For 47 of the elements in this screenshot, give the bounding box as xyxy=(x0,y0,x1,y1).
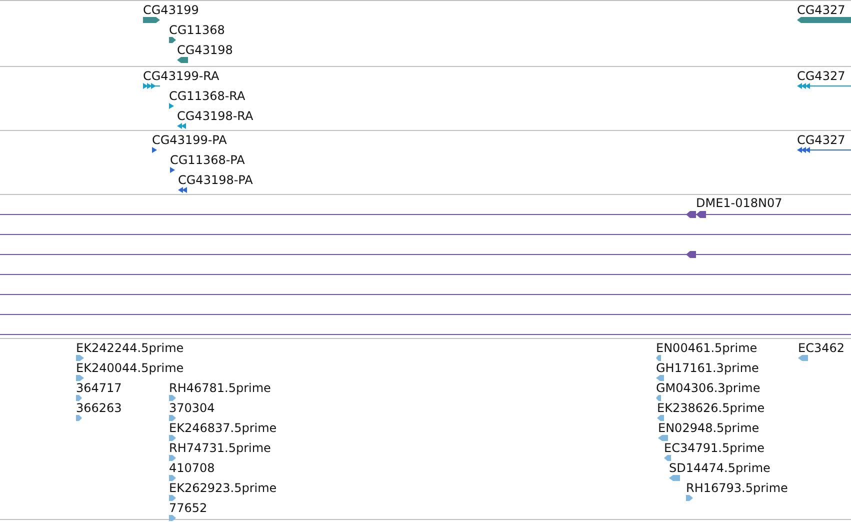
feature-arrow-icon[interactable] xyxy=(797,83,851,89)
feature-arrow-icon[interactable] xyxy=(170,167,176,173)
feature-label: CG43198-RA xyxy=(177,109,254,123)
feature-arrow-icon[interactable] xyxy=(152,147,157,153)
feature-arrow-icon[interactable] xyxy=(169,37,176,43)
feature-label: DME1-018N07 xyxy=(696,196,782,210)
feature-label: CG43199-PA xyxy=(152,133,227,147)
feature-label: CG11368-RA xyxy=(169,89,246,103)
feature-label: EN02948.5prime xyxy=(658,421,760,435)
feature-label: RH16793.5prime xyxy=(686,481,788,495)
feature-arrow-icon[interactable] xyxy=(169,103,176,109)
feature-label: CG43198 xyxy=(177,43,233,57)
feature-label: SD14474.5prime xyxy=(669,461,770,475)
feature-label: 366263 xyxy=(76,401,122,415)
feature-label: CG4327 xyxy=(797,3,846,17)
feature-label: CG43199-RA xyxy=(143,69,220,83)
feature-label: 364717 xyxy=(76,381,122,395)
feature-arrow-icon[interactable] xyxy=(797,147,851,153)
feature-arrow-icon[interactable] xyxy=(686,211,706,218)
feature-label: CG11368-PA xyxy=(170,153,245,167)
feature-label: EK246837.5prime xyxy=(169,421,277,435)
feature-label: EK262923.5prime xyxy=(169,481,277,495)
feature-label: CG11368 xyxy=(169,23,225,37)
feature-label: RH46781.5prime xyxy=(169,381,271,395)
feature-arrow-icon[interactable] xyxy=(177,123,188,129)
feature-label: 370304 xyxy=(169,401,215,415)
feature-label: EK242244.5prime xyxy=(76,341,184,355)
feature-label: CG43198-PA xyxy=(178,173,253,187)
feature-label: EN00461.5prime xyxy=(656,341,758,355)
feature-arrow-icon[interactable] xyxy=(143,17,160,23)
feature-label: GM04306.3prime xyxy=(656,381,760,395)
feature-label: CG4327 xyxy=(797,133,846,147)
feature-arrow-icon[interactable] xyxy=(686,251,696,258)
feature-label: 77652 xyxy=(169,501,208,515)
feature-label: RH74731.5prime xyxy=(169,441,271,455)
feature-label: EC3462 xyxy=(798,341,844,355)
feature-arrow-icon[interactable] xyxy=(177,57,188,63)
feature-label: CG43199 xyxy=(143,3,199,17)
feature-arrow-icon[interactable] xyxy=(178,187,189,193)
feature-arrow-icon[interactable] xyxy=(143,83,160,89)
feature-label: GH17161.3prime xyxy=(656,361,759,375)
feature-label: EK238626.5prime xyxy=(657,401,765,415)
feature-label: EK240044.5prime xyxy=(76,361,184,375)
feature-label: CG4327 xyxy=(797,69,846,83)
feature-label: EC34791.5prime xyxy=(664,441,765,455)
feature-label: 410708 xyxy=(169,461,215,475)
feature-arrow-icon[interactable] xyxy=(797,17,851,23)
